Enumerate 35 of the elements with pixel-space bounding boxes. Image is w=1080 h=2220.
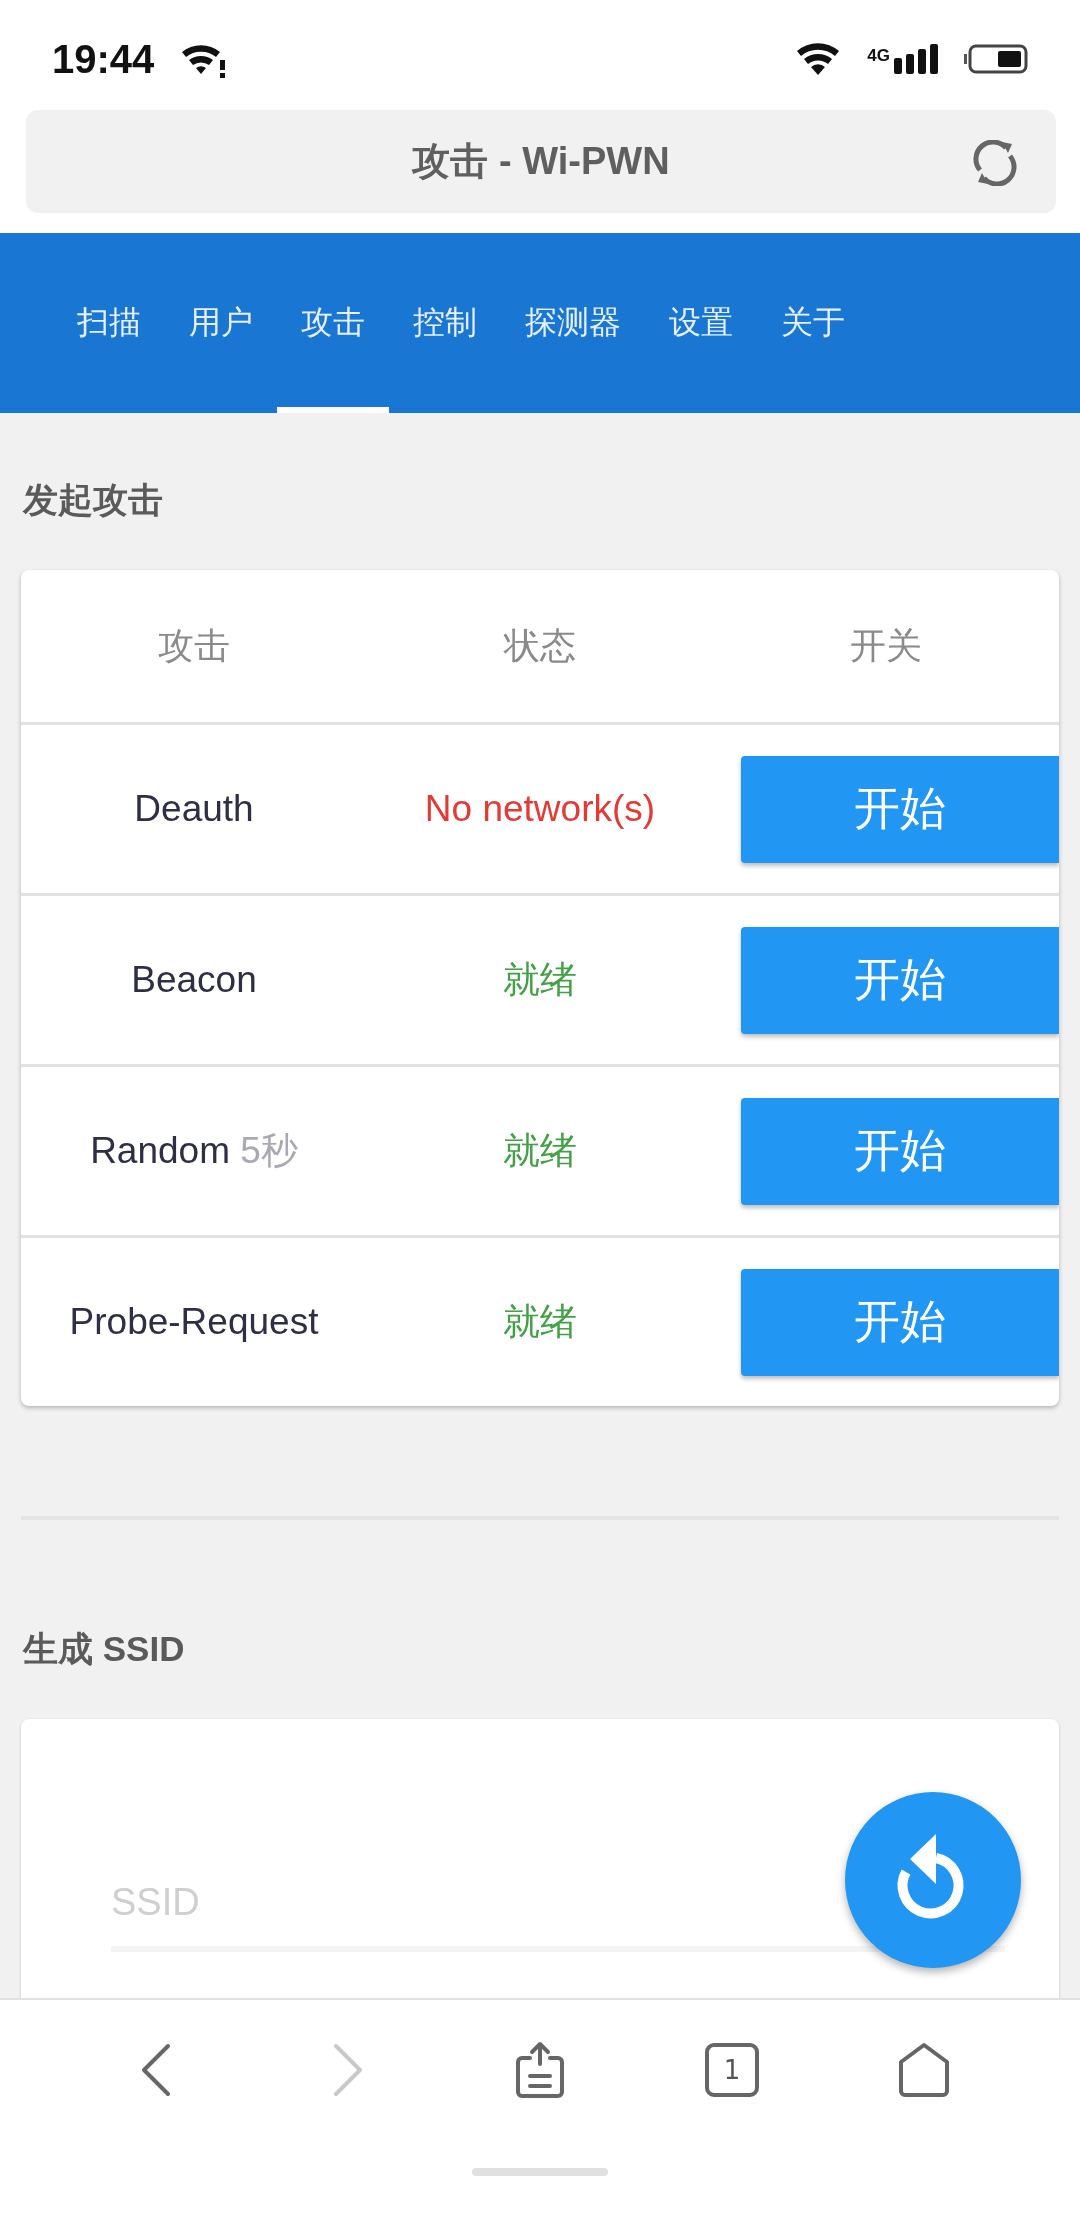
tab-count: 1 xyxy=(723,2055,741,2085)
nav-tab[interactable]: 扫描 xyxy=(53,233,165,413)
battery-icon xyxy=(964,44,1028,74)
nav-tab[interactable]: 关于 xyxy=(757,233,869,413)
attack-status: 就绪 xyxy=(502,1129,578,1173)
column-header: 状态 xyxy=(502,623,577,668)
attack-status: 就绪 xyxy=(502,958,578,1002)
attack-status: No network(s) xyxy=(423,788,657,830)
page-title: 攻击 - Wi-PWN xyxy=(412,139,670,184)
attack-name: Beacon xyxy=(130,959,258,1001)
nav-tab[interactable]: 控制 xyxy=(389,233,501,413)
tabs-button[interactable]: 1 xyxy=(687,2030,777,2110)
column-header: 开关 xyxy=(849,623,923,668)
start-button[interactable]: 开始 xyxy=(741,1097,1059,1205)
start-button[interactable]: 开始 xyxy=(741,926,1059,1034)
start-button[interactable]: 开始 xyxy=(741,1268,1059,1376)
start-button[interactable]: 开始 xyxy=(741,755,1059,863)
section-title: 发起攻击 xyxy=(21,479,164,521)
nav-tab[interactable]: 探测器 xyxy=(501,233,645,413)
reload-icon[interactable] xyxy=(972,140,1018,186)
section-title: 生成 SSID xyxy=(21,1628,186,1670)
attack-name: Probe-Request xyxy=(68,1301,320,1343)
address-bar[interactable]: 攻击 - Wi-PWN xyxy=(26,110,1056,213)
wifi-icon xyxy=(795,41,842,77)
tabs-icon xyxy=(704,2042,760,2098)
nav-tab[interactable]: 用户 xyxy=(165,233,277,413)
signal-icon xyxy=(894,44,938,74)
nav-tab[interactable]: 设置 xyxy=(645,233,757,413)
status-time: 19:44 xyxy=(52,36,155,82)
column-header: 攻击 xyxy=(157,623,231,668)
attack-status: 就绪 xyxy=(502,1300,578,1344)
attack-name: Deauth xyxy=(133,788,255,830)
home-icon xyxy=(897,2042,951,2098)
network-type: 4G xyxy=(867,46,890,66)
attack-name: Random 5秒 xyxy=(89,1129,299,1173)
